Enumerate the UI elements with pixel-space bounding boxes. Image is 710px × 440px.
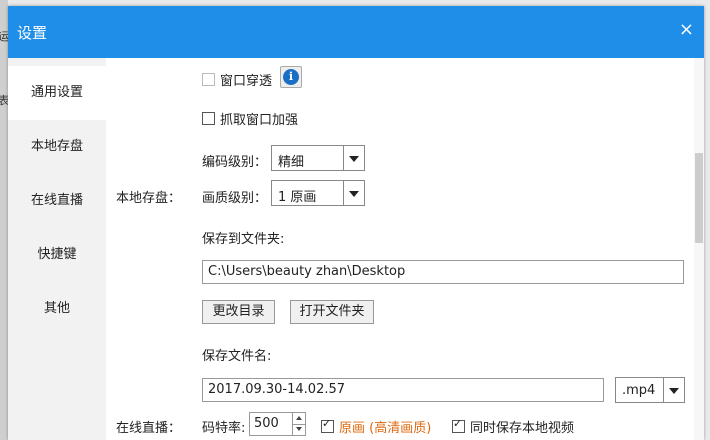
sidebar-item-other[interactable]: 其他 <box>8 282 106 336</box>
checkbox-box[interactable] <box>452 417 465 433</box>
file-name-input[interactable]: 2017.09.30-14.02.57 <box>202 378 604 402</box>
encode-level-label: 编码级别： <box>202 155 268 170</box>
original-quality-checkbox[interactable]: 原画 (高清画质) <box>321 417 431 436</box>
window-transparent-checkbox[interactable]: 窗口穿透 <box>202 70 272 89</box>
original-quality-label: 原画 (高清画质) <box>339 421 432 436</box>
settings-dialog: 设置 × 通用设置 本地存盘 在线直播 快捷键 其他 窗口穿透 i 抓取窗口加强… <box>8 6 704 440</box>
info-icon: i <box>283 69 299 85</box>
decrement-icon[interactable] <box>292 424 305 435</box>
checkbox-box[interactable] <box>202 73 215 86</box>
file-extension-select[interactable]: .mp4 <box>615 377 685 403</box>
live-section-label: 在线直播： <box>116 421 182 436</box>
save-local-video-label: 同时保存本地视频 <box>470 421 575 436</box>
quality-level-select[interactable]: 1 原画 <box>271 180 365 206</box>
checkbox-box[interactable] <box>321 417 334 433</box>
bitrate-value: 500 <box>254 416 279 431</box>
bitrate-label: 码特率: <box>202 421 246 436</box>
encode-level-value: 精细 <box>278 155 305 170</box>
file-name-label: 保存文件名: <box>202 349 272 364</box>
file-extension-value: .mp4 <box>622 383 656 398</box>
sidebar-item-local-save[interactable]: 本地存盘 <box>8 120 106 174</box>
dialog-title: 设置 <box>17 24 48 42</box>
open-folder-button[interactable]: 打开文件夹 <box>290 300 374 324</box>
window-transparent-label: 窗口穿透 <box>220 74 273 89</box>
checkbox-box[interactable] <box>202 112 215 125</box>
quality-level-value: 1 原画 <box>278 190 317 205</box>
sidebar-item-live[interactable]: 在线直播 <box>8 174 106 228</box>
sidebar: 通用设置 本地存盘 在线直播 快捷键 其他 <box>8 58 106 440</box>
chevron-down-icon[interactable] <box>663 378 684 402</box>
chevron-down-icon[interactable] <box>343 181 364 205</box>
capture-enhance-label: 抓取窗口加强 <box>220 113 299 128</box>
info-button[interactable]: i <box>280 66 302 88</box>
encode-level-select[interactable]: 精细 <box>271 145 365 171</box>
vertical-scrollbar[interactable] <box>694 58 704 440</box>
save-local-video-checkbox[interactable]: 同时保存本地视频 <box>452 417 574 436</box>
settings-content: 窗口穿透 i 抓取窗口加强 编码级别： 精细 本地存盘： 画质级别： 1 原画 … <box>106 58 694 440</box>
scrollbar-thumb[interactable] <box>695 153 703 243</box>
save-folder-input[interactable]: C:\Users\beauty zhan\Desktop <box>202 260 684 284</box>
local-save-section-label: 本地存盘： <box>116 191 182 206</box>
close-icon[interactable]: × <box>679 19 694 40</box>
sidebar-item-shortcuts[interactable]: 快捷键 <box>8 228 106 282</box>
sidebar-item-general[interactable]: 通用设置 <box>8 66 106 120</box>
save-folder-label: 保存到文件夹: <box>202 232 285 247</box>
change-directory-button[interactable]: 更改目录 <box>202 300 275 324</box>
quality-level-label: 画质级别： <box>202 191 268 206</box>
background-window-left: 运 表 <box>0 0 9 440</box>
chevron-down-icon[interactable] <box>343 146 364 170</box>
bitrate-stepper[interactable]: 500 <box>249 412 306 436</box>
capture-enhance-checkbox[interactable]: 抓取窗口加强 <box>202 109 298 128</box>
titlebar: 设置 × <box>8 6 704 58</box>
